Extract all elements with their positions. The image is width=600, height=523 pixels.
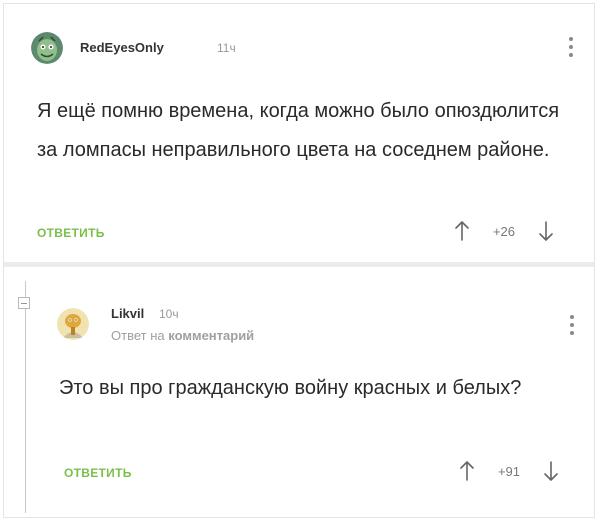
downvote-arrow-icon[interactable]: [538, 220, 554, 242]
comment: RedEyesOnly 11ч Я ещё помню времена, ког…: [4, 4, 594, 262]
comment-time: 11ч: [217, 41, 236, 55]
comments-thread: RedEyesOnly 11ч Я ещё помню времена, ког…: [3, 3, 595, 518]
username[interactable]: RedEyesOnly: [80, 40, 164, 55]
reply-button[interactable]: ОТВЕТИТЬ: [37, 226, 105, 240]
upvote-arrow-icon[interactable]: [459, 460, 475, 482]
reply-to-link[interactable]: комментарий: [168, 328, 254, 343]
vote-controls: +91: [459, 460, 559, 482]
reply-comment: Likvil 10ч Ответ на комментарий Это вы п…: [4, 266, 594, 523]
comment-score: +91: [497, 463, 521, 479]
vote-controls: +26: [454, 220, 554, 242]
comment-time: 10ч: [159, 307, 179, 321]
cartoon-character-avatar-icon: [57, 308, 89, 340]
username[interactable]: Likvil: [111, 306, 144, 321]
reply-to-prefix: Ответ на: [111, 328, 165, 343]
green-monster-avatar-icon: [31, 32, 63, 64]
user-avatar[interactable]: [31, 32, 63, 64]
reply-to-info: Ответ на комментарий: [111, 328, 254, 343]
more-options-icon[interactable]: [568, 37, 574, 57]
reply-button[interactable]: ОТВЕТИТЬ: [64, 466, 132, 480]
downvote-arrow-icon[interactable]: [543, 460, 559, 482]
comment-text: Я ещё помню времена, когда можно было оп…: [37, 100, 560, 161]
comment-score: +26: [492, 223, 516, 239]
comment-text: Это вы про гражданскую войну красных и б…: [59, 377, 522, 399]
user-avatar[interactable]: [57, 308, 89, 340]
more-options-icon[interactable]: [569, 315, 575, 335]
upvote-arrow-icon[interactable]: [454, 220, 470, 242]
